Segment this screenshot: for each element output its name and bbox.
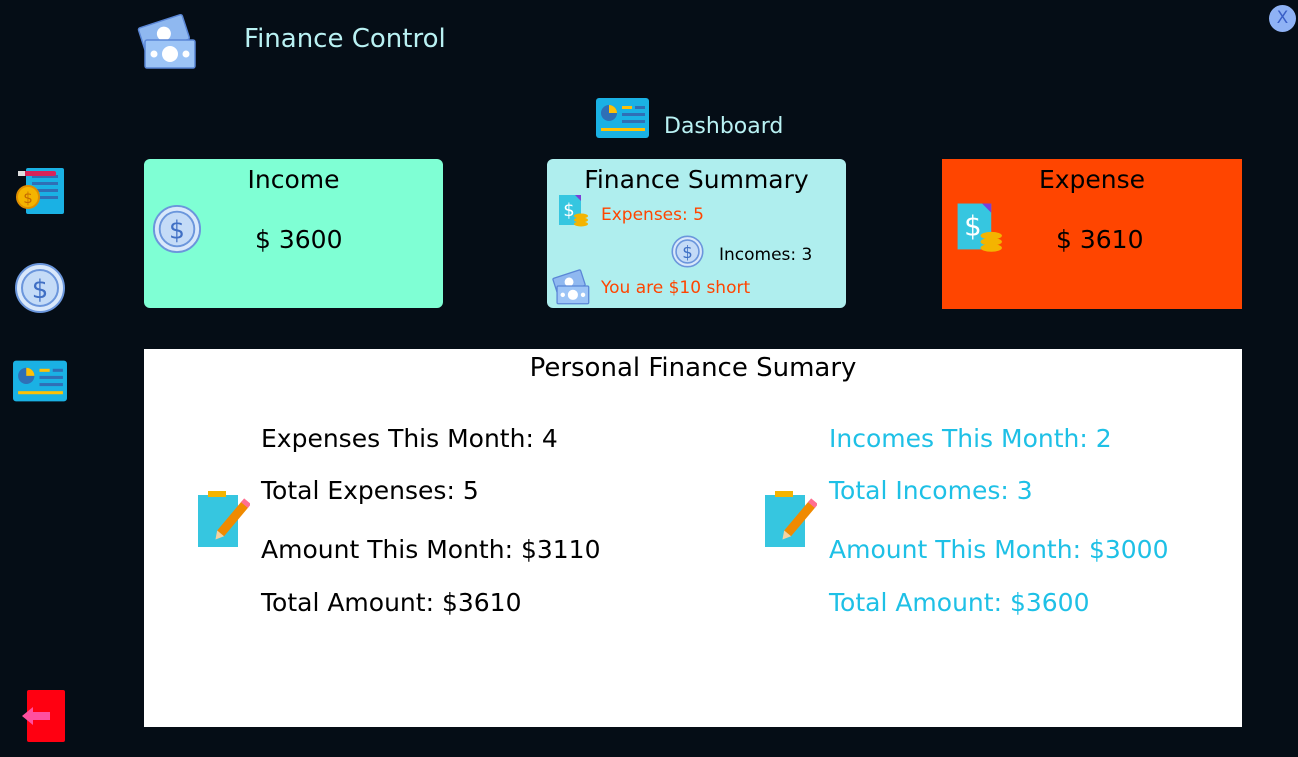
expenses-amount-this-month: Amount This Month: $3110 <box>261 535 601 564</box>
summary-status: You are $10 short <box>601 278 751 298</box>
sidebar-item-incomes[interactable]: $ <box>14 262 66 314</box>
svg-text:$: $ <box>563 200 574 221</box>
sidebar-item-expenses[interactable]: $ <box>14 165 68 217</box>
income-card-title: Income <box>247 165 340 194</box>
expense-card-title: Expense <box>1038 165 1146 194</box>
incomes-amount-this-month: Amount This Month: $3000 <box>829 535 1169 564</box>
bill-coin-icon: $ <box>16 168 64 214</box>
logout-button[interactable] <box>20 688 66 744</box>
svg-text:$: $ <box>964 211 982 243</box>
svg-text:$: $ <box>32 275 49 305</box>
summary-incomes-count: Incomes: 3 <box>719 245 813 265</box>
notepad-pencil-icon <box>765 491 817 547</box>
expense-card: Expense $ $ 3610 <box>942 159 1242 309</box>
panel-title: Personal Finance Sumary <box>529 353 857 383</box>
finance-summary-title: Finance Summary <box>584 165 809 194</box>
dollar-coin-icon: $ <box>671 235 704 268</box>
bill-dollar-icon: $ <box>559 195 588 227</box>
dollar-coin-icon: $ <box>152 204 202 254</box>
app-title: Finance Control <box>244 24 446 54</box>
bill-dollar-icon: $ <box>957 203 1002 252</box>
personal-finance-panel: Personal Finance Sumary Expenses This Mo… <box>144 349 1242 727</box>
total-incomes: Total Incomes: 3 <box>829 476 1033 505</box>
dollar-coin-icon: $ <box>15 263 65 313</box>
summary-expenses-count: Expenses: 5 <box>601 205 704 225</box>
expense-total-value: $ 3610 <box>1056 225 1144 254</box>
incomes-total-amount: Total Amount: $3600 <box>829 588 1090 617</box>
total-expenses: Total Expenses: 5 <box>261 476 479 505</box>
incomes-this-month: Incomes This Month: 2 <box>829 424 1112 453</box>
sidebar-item-dashboard[interactable] <box>12 359 68 403</box>
expenses-this-month: Expenses This Month: 4 <box>261 424 558 453</box>
cash-icon <box>552 269 590 305</box>
dashboard-chart-icon <box>13 360 67 402</box>
svg-text:$: $ <box>682 243 693 262</box>
svg-text:$: $ <box>169 216 185 245</box>
svg-text:$: $ <box>23 189 33 207</box>
income-total-value: $ 3600 <box>255 225 343 254</box>
close-button[interactable]: X <box>1269 5 1296 32</box>
notepad-pencil-icon <box>198 491 250 547</box>
dashboard-chart-icon <box>595 97 650 139</box>
income-card: Income $ $ 3600 <box>144 159 443 308</box>
dashboard-title: Dashboard <box>664 114 784 139</box>
exit-arrow-icon <box>22 690 65 742</box>
finance-summary-card: Finance Summary $ Expenses: 5 $ Incomes:… <box>547 159 846 308</box>
expenses-total-amount: Total Amount: $3610 <box>261 588 522 617</box>
app-logo-icon <box>137 10 197 70</box>
